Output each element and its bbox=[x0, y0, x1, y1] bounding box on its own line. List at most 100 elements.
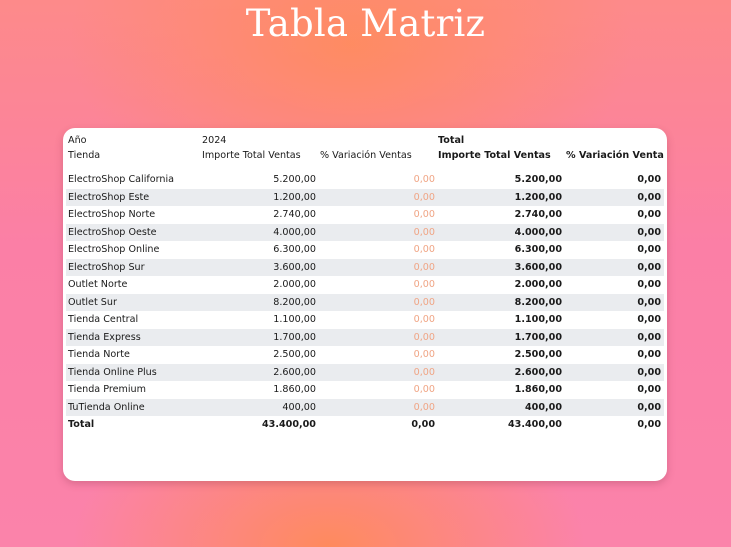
store-cell: TuTienda Online bbox=[68, 401, 145, 413]
total-importe-cell: 1.200,00 bbox=[514, 191, 562, 203]
matrix-body: ElectroShop California 5.200,00 0,00 5.200,… bbox=[66, 171, 664, 416]
store-cell: Tienda Express bbox=[68, 331, 141, 343]
total-variacion-cell: 0,00 bbox=[637, 366, 661, 378]
importe-cell: 1.700,00 bbox=[273, 331, 316, 343]
table-row[interactable]: Outlet Norte 2.000,00 0,00 2.000,00 0,00 bbox=[66, 276, 664, 294]
col-header-total-importe[interactable]: Importe Total Ventas bbox=[438, 150, 566, 161]
table-row[interactable]: Tienda Central 1.100,00 0,00 1.100,00 0,00 bbox=[66, 311, 664, 329]
col-header-variacion[interactable]: % Variación Ventas bbox=[320, 150, 438, 161]
total-variacion-cell: 0,00 bbox=[637, 279, 661, 291]
variacion-cell: 0,00 bbox=[413, 191, 435, 203]
col-header-total-variacion-label: % Variación Ventas bbox=[566, 150, 664, 161]
col-header-total-variacion-wrap: % Variación Ventas ▲ bbox=[566, 150, 664, 161]
importe-cell: 6.300,00 bbox=[273, 244, 316, 256]
total-row-total-variacion: 0,00 bbox=[637, 419, 661, 431]
importe-cell: 3.600,00 bbox=[273, 261, 316, 273]
variacion-cell: 0,00 bbox=[413, 209, 435, 221]
matrix-table: Año 2024 Total Tienda Importe Total Vent… bbox=[66, 132, 664, 434]
page-title: Tabla Matriz bbox=[245, 2, 486, 45]
variacion-cell: 0,00 bbox=[413, 331, 435, 343]
store-cell: Outlet Norte bbox=[68, 279, 128, 291]
store-cell: Outlet Sur bbox=[68, 296, 117, 308]
store-cell: ElectroShop California bbox=[68, 174, 175, 186]
table-row[interactable]: Tienda Norte 2.500,00 0,00 2.500,00 0,00 bbox=[66, 346, 664, 364]
store-cell: ElectroShop Este bbox=[68, 191, 150, 203]
table-row[interactable]: Tienda Premium 1.860,00 0,00 1.860,00 0,00 bbox=[66, 381, 664, 399]
year-header-value[interactable]: 2024 bbox=[202, 135, 320, 146]
total-importe-cell: 1.100,00 bbox=[514, 314, 562, 326]
total-importe-cell: 2.600,00 bbox=[514, 366, 562, 378]
variacion-cell: 0,00 bbox=[413, 384, 435, 396]
total-variacion-cell: 0,00 bbox=[637, 226, 661, 238]
table-row[interactable]: ElectroShop Norte 2.740,00 0,00 2.740,00 0,0… bbox=[66, 206, 664, 224]
importe-cell: 8.200,00 bbox=[273, 296, 316, 308]
total-variacion-cell: 0,00 bbox=[637, 244, 661, 256]
importe-cell: 1.100,00 bbox=[273, 314, 316, 326]
table-row[interactable]: ElectroShop Este 1.200,00 0,00 1.200,00 0,00 bbox=[66, 188, 664, 206]
importe-cell: 1.860,00 bbox=[273, 384, 316, 396]
total-variacion-cell: 0,00 bbox=[637, 261, 661, 273]
matrix-card: Año 2024 Total Tienda Importe Total Vent… bbox=[63, 128, 667, 481]
total-importe-cell: 2.740,00 bbox=[514, 209, 562, 221]
total-importe-cell: 2.000,00 bbox=[514, 279, 562, 291]
importe-cell: 2.000,00 bbox=[273, 279, 316, 291]
importe-cell: 1.200,00 bbox=[273, 191, 316, 203]
table-row[interactable]: Tienda Express 1.700,00 0,00 1.700,00 0,00 bbox=[66, 328, 664, 346]
total-row-label: Total bbox=[68, 419, 95, 431]
matrix-header-columns-row: Tienda Importe Total Ventas % Variación … bbox=[66, 149, 664, 167]
total-variacion-cell: 0,00 bbox=[637, 296, 661, 308]
total-variacion-cell: 0,00 bbox=[637, 384, 661, 396]
store-cell: ElectroShop Online bbox=[68, 244, 160, 256]
row-header-tienda[interactable]: Tienda bbox=[66, 150, 202, 161]
total-importe-cell: 1.860,00 bbox=[514, 384, 562, 396]
total-importe-cell: 400,00 bbox=[524, 401, 562, 413]
importe-cell: 5.200,00 bbox=[273, 174, 316, 186]
variacion-cell: 0,00 bbox=[413, 296, 435, 308]
table-row[interactable]: ElectroShop California 5.200,00 0,00 5.200,… bbox=[66, 171, 664, 189]
variacion-cell: 0,00 bbox=[413, 261, 435, 273]
store-cell: Tienda Online Plus bbox=[68, 366, 157, 378]
total-importe-cell: 4.000,00 bbox=[514, 226, 562, 238]
total-row-total-importe: 43.400,00 bbox=[507, 419, 562, 431]
total-variacion-cell: 0,00 bbox=[637, 191, 661, 203]
variacion-cell: 0,00 bbox=[413, 174, 435, 186]
total-variacion-cell: 0,00 bbox=[637, 331, 661, 343]
store-cell: ElectroShop Sur bbox=[68, 261, 145, 273]
matrix-header-year-row: Año 2024 Total bbox=[66, 132, 664, 149]
store-cell: Tienda Central bbox=[68, 314, 139, 326]
total-importe-cell: 2.500,00 bbox=[514, 349, 562, 361]
total-importe-cell: 1.700,00 bbox=[514, 331, 562, 343]
total-variacion-cell: 0,00 bbox=[637, 174, 661, 186]
year-header-label: Año bbox=[68, 135, 87, 146]
total-importe-cell: 8.200,00 bbox=[514, 296, 562, 308]
col-header-total-variacion[interactable]: % Variación Ventas ▲ bbox=[566, 150, 664, 161]
store-cell: Tienda Premium bbox=[68, 384, 146, 396]
table-row[interactable]: TuTienda Online 400,00 0,00 400,00 0,00 bbox=[66, 398, 664, 416]
importe-cell: 400,00 bbox=[282, 401, 316, 413]
col-header-importe[interactable]: Importe Total Ventas bbox=[202, 150, 320, 161]
total-variacion-cell: 0,00 bbox=[637, 314, 661, 326]
total-importe-cell: 6.300,00 bbox=[514, 244, 562, 256]
importe-cell: 4.000,00 bbox=[273, 226, 316, 238]
table-row[interactable]: Outlet Sur 8.200,00 0,00 8.200,00 0,00 bbox=[66, 293, 664, 311]
variacion-cell: 0,00 bbox=[413, 349, 435, 361]
importe-cell: 2.500,00 bbox=[273, 349, 316, 361]
table-row[interactable]: ElectroShop Sur 3.600,00 0,00 3.600,00 0,00 bbox=[66, 258, 664, 276]
store-cell: ElectroShop Oeste bbox=[68, 226, 157, 238]
variacion-cell: 0,00 bbox=[413, 279, 435, 291]
total-row-variacion: 0,00 bbox=[411, 419, 435, 431]
total-variacion-cell: 0,00 bbox=[637, 209, 661, 221]
importe-cell: 2.600,00 bbox=[273, 366, 316, 378]
table-row[interactable]: ElectroShop Oeste 4.000,00 0,00 4.000,00 0,0… bbox=[66, 223, 664, 241]
total-importe-cell: 3.600,00 bbox=[514, 261, 562, 273]
total-row-importe: 43.400,00 bbox=[261, 419, 316, 431]
variacion-cell: 0,00 bbox=[413, 401, 435, 413]
total-importe-cell: 5.200,00 bbox=[514, 174, 562, 186]
total-variacion-cell: 0,00 bbox=[637, 349, 661, 361]
table-row[interactable]: Tienda Online Plus 2.600,00 0,00 2.600,00 0,… bbox=[66, 363, 664, 381]
total-variacion-cell: 0,00 bbox=[637, 401, 661, 413]
variacion-cell: 0,00 bbox=[413, 314, 435, 326]
total-row: Total 43.400,00 0,00 43.400,00 0,00 bbox=[66, 416, 664, 434]
store-cell: Tienda Norte bbox=[68, 349, 130, 361]
table-row[interactable]: ElectroShop Online 6.300,00 0,00 6.300,00 0,… bbox=[66, 241, 664, 259]
